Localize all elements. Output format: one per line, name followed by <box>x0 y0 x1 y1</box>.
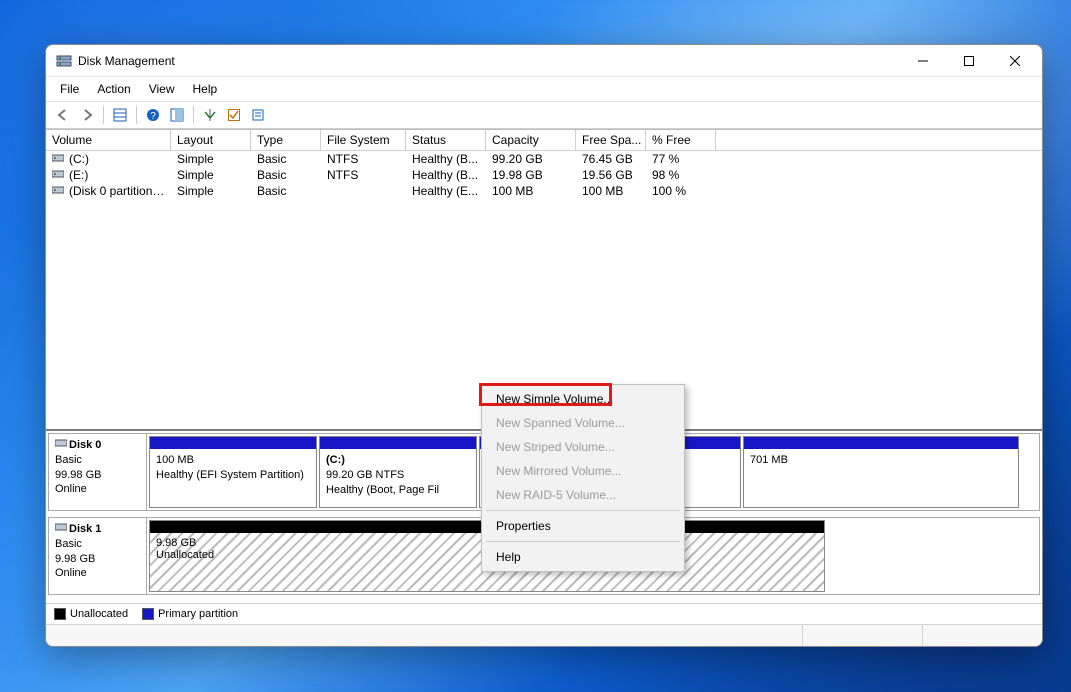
disk-size: 99.98 GB <box>55 469 101 481</box>
volume-free: 19.56 GB <box>576 167 646 183</box>
back-button[interactable] <box>52 104 74 126</box>
disk-name: Disk 1 <box>69 523 101 535</box>
window-title: Disk Management <box>78 54 900 68</box>
partition-bar <box>744 437 1018 449</box>
volume-capacity: 100 MB <box>486 183 576 199</box>
view-graphical-button[interactable] <box>166 104 188 126</box>
ctx-properties[interactable]: Properties <box>484 514 682 538</box>
partition-body: 701 MB <box>744 449 1018 507</box>
ctx-new-mirrored-volume: New Mirrored Volume... <box>484 459 682 483</box>
volume-pct-free: 98 % <box>646 167 716 183</box>
disk-icon <box>55 522 67 537</box>
volume-name: (E:) <box>69 168 88 182</box>
menu-view[interactable]: View <box>141 79 183 99</box>
volume-icon <box>52 184 66 198</box>
volume-layout: Simple <box>171 183 251 199</box>
volume-list-header: Volume Layout Type File System Status Ca… <box>46 130 1042 151</box>
context-menu: New Simple Volume... New Spanned Volume.… <box>481 384 685 572</box>
volume-type: Basic <box>251 183 321 199</box>
disk-size: 9.98 GB <box>55 553 95 565</box>
volume-status: Healthy (B... <box>406 167 486 183</box>
help-button[interactable]: ? <box>142 104 164 126</box>
legend: Unallocated Primary partition <box>46 603 1042 624</box>
maximize-button[interactable] <box>946 46 992 76</box>
partition[interactable]: 701 MB <box>743 436 1019 508</box>
volume-fs: NTFS <box>321 151 406 167</box>
toolbar-separator <box>103 106 104 124</box>
table-row[interactable]: (C:) SimpleBasicNTFSHealthy (B...99.20 GB… <box>46 151 1042 167</box>
ctx-new-simple-volume[interactable]: New Simple Volume... <box>484 387 682 411</box>
col-layout[interactable]: Layout <box>171 130 251 150</box>
volume-icon <box>52 168 66 182</box>
volume-fs <box>321 183 406 199</box>
toolbar-separator <box>193 106 194 124</box>
table-row[interactable]: (Disk 0 partition 1) SimpleBasic Healthy (… <box>46 183 1042 199</box>
col-volume[interactable]: Volume <box>46 130 171 150</box>
legend-unallocated: Unallocated <box>70 608 128 620</box>
partition[interactable]: (C:)99.20 GB NTFSHealthy (Boot, Page Fil <box>319 436 477 508</box>
volume-status: Healthy (E... <box>406 183 486 199</box>
statusbar <box>46 624 1042 646</box>
volume-capacity: 99.20 GB <box>486 151 576 167</box>
disk-kind: Basic <box>55 538 82 550</box>
ctx-new-striped-volume: New Striped Volume... <box>484 435 682 459</box>
disk-label[interactable]: Disk 0 Basic 99.98 GB Online <box>49 434 147 510</box>
col-status[interactable]: Status <box>406 130 486 150</box>
partition-bar <box>150 437 316 449</box>
toolbar-separator <box>136 106 137 124</box>
ctx-new-spanned-volume: New Spanned Volume... <box>484 411 682 435</box>
toolbar: ? <box>46 102 1042 129</box>
col-type[interactable]: Type <box>251 130 321 150</box>
partition-body: (C:)99.20 GB NTFSHealthy (Boot, Page Fil <box>320 449 476 507</box>
properties-button[interactable] <box>247 104 269 126</box>
menu-action[interactable]: Action <box>89 79 138 99</box>
volume-type: Basic <box>251 167 321 183</box>
col-free-space[interactable]: Free Spa... <box>576 130 646 150</box>
close-button[interactable] <box>992 46 1038 76</box>
volume-fs: NTFS <box>321 167 406 183</box>
partition-body: 100 MBHealthy (EFI System Partition) <box>150 449 316 507</box>
menu-file[interactable]: File <box>52 79 87 99</box>
disk-kind: Basic <box>55 454 82 466</box>
volume-type: Basic <box>251 151 321 167</box>
titlebar[interactable]: Disk Management <box>46 45 1042 77</box>
view-list-button[interactable] <box>109 104 131 126</box>
disk-management-icon <box>56 53 72 69</box>
menu-help[interactable]: Help <box>185 79 226 99</box>
col-filesystem[interactable]: File System <box>321 130 406 150</box>
menubar: File Action View Help <box>46 77 1042 102</box>
table-row[interactable]: (E:) SimpleBasicNTFSHealthy (B...19.98 GB… <box>46 167 1042 183</box>
volume-pct-free: 100 % <box>646 183 716 199</box>
volume-free: 100 MB <box>576 183 646 199</box>
toggle-checkbox-button[interactable] <box>223 104 245 126</box>
partition-bar <box>320 437 476 449</box>
volume-status: Healthy (B... <box>406 151 486 167</box>
legend-primary: Primary partition <box>158 608 238 620</box>
disk-label[interactable]: Disk 1 Basic 9.98 GB Online <box>49 518 147 594</box>
volume-icon <box>52 152 66 166</box>
forward-button[interactable] <box>76 104 98 126</box>
volume-pct-free: 77 % <box>646 151 716 167</box>
col-pct-free[interactable]: % Free <box>646 130 716 150</box>
disk-icon <box>55 438 67 453</box>
svg-text:?: ? <box>150 111 156 122</box>
disk-state: Online <box>55 567 87 579</box>
partition[interactable]: 100 MBHealthy (EFI System Partition) <box>149 436 317 508</box>
volume-name: (Disk 0 partition 1) <box>69 184 166 198</box>
minimize-button[interactable] <box>900 46 946 76</box>
disk-name: Disk 0 <box>69 439 101 451</box>
disk-state: Online <box>55 483 87 495</box>
show-hide-button[interactable] <box>199 104 221 126</box>
volume-name: (C:) <box>69 152 89 166</box>
volume-layout: Simple <box>171 167 251 183</box>
volume-capacity: 19.98 GB <box>486 167 576 183</box>
volume-layout: Simple <box>171 151 251 167</box>
volume-free: 76.45 GB <box>576 151 646 167</box>
ctx-help[interactable]: Help <box>484 545 682 569</box>
col-capacity[interactable]: Capacity <box>486 130 576 150</box>
ctx-new-raid5-volume: New RAID-5 Volume... <box>484 483 682 507</box>
